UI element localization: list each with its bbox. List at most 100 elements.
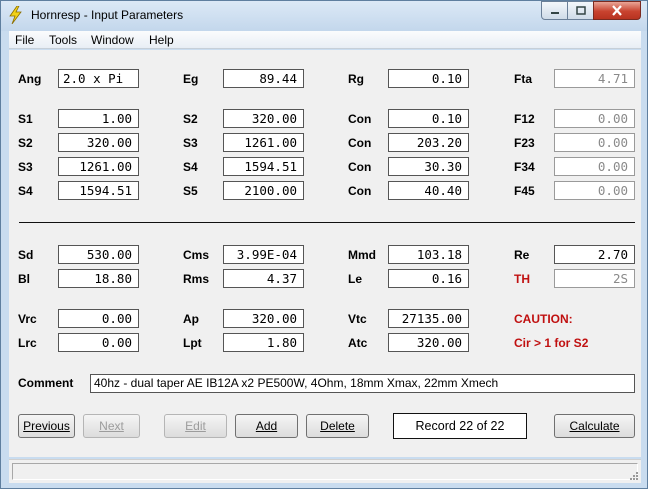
rms-label: Rms	[183, 272, 210, 286]
maximize-button[interactable]	[567, 1, 594, 20]
eg-field[interactable]: 89.44	[223, 69, 304, 88]
previous-button[interactable]: Previous	[18, 414, 75, 438]
lpt-label: Lpt	[183, 336, 202, 350]
cms-field[interactable]: 3.99E-04	[223, 245, 304, 264]
cms-label: Cms	[183, 248, 210, 262]
edit-button[interactable]: Edit	[164, 414, 227, 438]
bl-field[interactable]: 18.80	[58, 269, 139, 288]
menu-help[interactable]: Help	[149, 33, 174, 47]
minimize-icon	[550, 11, 559, 14]
f12-label: F12	[514, 112, 535, 126]
eg-label: Eg	[183, 72, 199, 86]
con2-label: Con	[348, 136, 372, 150]
s4-row-field[interactable]: 1594.51	[58, 181, 139, 200]
menu-file[interactable]: File	[15, 33, 34, 47]
sd-label: Sd	[18, 248, 34, 262]
con2-field[interactable]: 203.20	[388, 133, 469, 152]
fta-label: Fta	[514, 72, 532, 86]
atc-field[interactable]: 320.00	[388, 333, 469, 352]
delete-button[interactable]: Delete	[306, 414, 369, 438]
f34-label: F34	[514, 160, 535, 174]
s2-row-field[interactable]: 320.00	[58, 133, 139, 152]
con4-field[interactable]: 40.40	[388, 181, 469, 200]
comment-label: Comment	[18, 376, 74, 390]
record-indicator: Record 22 of 22	[393, 413, 527, 439]
menu-bar: File Tools Window Help	[9, 31, 641, 49]
lrc-field[interactable]: 0.00	[58, 333, 139, 352]
rg-field[interactable]: 0.10	[388, 69, 469, 88]
add-button[interactable]: Add	[235, 414, 298, 438]
minimize-button[interactable]	[541, 1, 568, 20]
ang-field[interactable]: 2.0 x Pi	[58, 69, 139, 88]
f23-field: 0.00	[554, 133, 635, 152]
le-field[interactable]: 0.16	[388, 269, 469, 288]
status-panel	[12, 463, 638, 480]
s4-field[interactable]: 1594.51	[223, 157, 304, 176]
s3-label: S3	[183, 136, 198, 150]
th-label: TH	[514, 272, 530, 286]
rg-label: Rg	[348, 72, 364, 86]
mmd-field[interactable]: 103.18	[388, 245, 469, 264]
s1-field[interactable]: 1.00	[58, 109, 139, 128]
maximize-icon	[575, 5, 586, 15]
title-bar[interactable]: Hornresp - Input Parameters	[1, 1, 647, 31]
rms-field[interactable]: 4.37	[223, 269, 304, 288]
s3-row-label: S3	[18, 160, 33, 174]
s2-label: S2	[183, 112, 198, 126]
s5-label: S5	[183, 184, 198, 198]
previous-button-label: Previous	[23, 419, 70, 433]
f34-field: 0.00	[554, 157, 635, 176]
vtc-field[interactable]: 27135.00	[388, 309, 469, 328]
input-parameters-panel: Ang 2.0 x Pi Eg 89.44 Rg 0.10 Fta 4.71 S…	[9, 50, 641, 457]
window-title: Hornresp - Input Parameters	[31, 8, 184, 22]
menu-tools[interactable]: Tools	[49, 33, 77, 47]
close-button[interactable]	[593, 1, 641, 20]
con3-field[interactable]: 30.30	[388, 157, 469, 176]
ap-label: Ap	[183, 312, 199, 326]
menu-window[interactable]: Window	[91, 33, 134, 47]
s5-field[interactable]: 2100.00	[223, 181, 304, 200]
con1-label: Con	[348, 112, 372, 126]
caution-message: Cir > 1 for S2	[514, 336, 589, 350]
sd-field[interactable]: 530.00	[58, 245, 139, 264]
re-label: Re	[514, 248, 530, 262]
f45-label: F45	[514, 184, 535, 198]
s4-label: S4	[183, 160, 198, 174]
add-button-label: Add	[255, 419, 278, 433]
s3-row-field[interactable]: 1261.00	[58, 157, 139, 176]
vrc-label: Vrc	[18, 312, 37, 326]
con1-field[interactable]: 0.10	[388, 109, 469, 128]
s2-field[interactable]: 320.00	[223, 109, 304, 128]
s2-row-label: S2	[18, 136, 33, 150]
close-icon	[612, 5, 622, 16]
fta-field: 4.71	[554, 69, 635, 88]
atc-label: Atc	[348, 336, 368, 350]
edit-button-label: Edit	[185, 419, 206, 433]
app-window: Hornresp - Input Parameters File Tools W…	[0, 0, 648, 489]
th-field: 2S	[554, 269, 635, 288]
ang-label: Ang	[18, 72, 42, 86]
next-button[interactable]: Next	[83, 414, 140, 438]
section-divider	[19, 222, 635, 223]
next-button-label: Next	[99, 419, 124, 433]
comment-field[interactable]: 40hz - dual taper AE IB12A x2 PE500W, 4O…	[90, 374, 635, 393]
vtc-label: Vtc	[348, 312, 367, 326]
le-label: Le	[348, 272, 363, 286]
con3-label: Con	[348, 160, 372, 174]
lightning-bolt-icon	[9, 6, 22, 24]
f45-field: 0.00	[554, 181, 635, 200]
caution-label: CAUTION:	[514, 312, 573, 326]
resize-grip-icon[interactable]	[629, 471, 639, 481]
s3-field[interactable]: 1261.00	[223, 133, 304, 152]
vrc-field[interactable]: 0.00	[58, 309, 139, 328]
s1-label: S1	[18, 112, 33, 126]
mmd-label: Mmd	[348, 248, 376, 262]
status-bar	[9, 459, 641, 483]
calculate-button[interactable]: Calculate	[554, 414, 635, 438]
re-field[interactable]: 2.70	[554, 245, 635, 264]
bl-label: Bl	[18, 272, 30, 286]
con4-label: Con	[348, 184, 372, 198]
lpt-field[interactable]: 1.80	[223, 333, 304, 352]
s4-row-label: S4	[18, 184, 33, 198]
ap-field[interactable]: 320.00	[223, 309, 304, 328]
